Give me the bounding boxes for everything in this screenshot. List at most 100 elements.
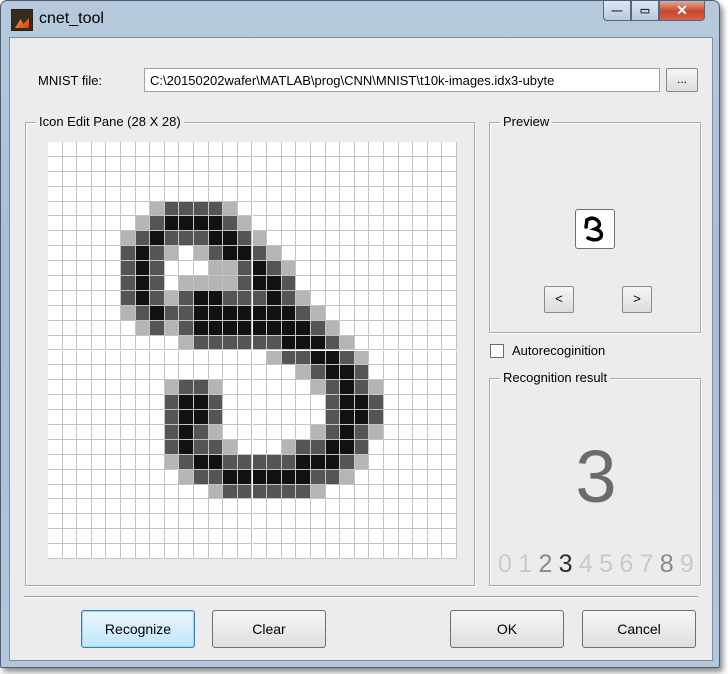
- pixel-cell[interactable]: [208, 350, 224, 366]
- pixel-cell[interactable]: [296, 305, 311, 321]
- pixel-cell[interactable]: [442, 529, 457, 545]
- pixel-cell[interactable]: [164, 365, 180, 381]
- pixel-cell[interactable]: [413, 380, 428, 396]
- pixel-cell[interactable]: [267, 246, 282, 262]
- pixel-cell[interactable]: [150, 544, 165, 559]
- pixel-cell[interactable]: [135, 544, 151, 559]
- pixel-cell[interactable]: [223, 424, 238, 440]
- pixel-cell[interactable]: [77, 320, 92, 336]
- pixel-cell[interactable]: [325, 499, 341, 515]
- pixel-cell[interactable]: [121, 290, 136, 306]
- pixel-cell[interactable]: [164, 201, 180, 217]
- pixel-cell[interactable]: [77, 439, 92, 455]
- pixel-cell[interactable]: [121, 350, 136, 366]
- pixel-cell[interactable]: [413, 544, 428, 559]
- pixel-cell[interactable]: [340, 484, 355, 500]
- pixel-cell[interactable]: [281, 395, 297, 411]
- pixel-cell[interactable]: [413, 335, 428, 351]
- pixel-cell[interactable]: [77, 142, 92, 157]
- pixel-cell[interactable]: [48, 156, 63, 172]
- pixel-cell[interactable]: [427, 231, 443, 247]
- pixel-grid[interactable]: [48, 142, 457, 559]
- pixel-cell[interactable]: [106, 424, 122, 440]
- pixel-cell[interactable]: [310, 231, 326, 247]
- pixel-cell[interactable]: [106, 454, 122, 470]
- pixel-cell[interactable]: [267, 335, 282, 351]
- pixel-cell[interactable]: [252, 350, 268, 366]
- pixel-cell[interactable]: [121, 454, 136, 470]
- pixel-cell[interactable]: [427, 320, 443, 336]
- pixel-cell[interactable]: [369, 499, 384, 515]
- pixel-cell[interactable]: [48, 261, 63, 277]
- pixel-cell[interactable]: [208, 320, 224, 336]
- pixel-cell[interactable]: [237, 469, 253, 485]
- title-bar[interactable]: cnet_tool — ▭ ✕: [1, 1, 719, 37]
- pixel-cell[interactable]: [223, 171, 238, 187]
- pixel-cell[interactable]: [413, 261, 428, 277]
- pixel-cell[interactable]: [106, 529, 122, 545]
- pixel-cell[interactable]: [398, 201, 414, 217]
- pixel-cell[interactable]: [150, 201, 165, 217]
- pixel-cell[interactable]: [281, 424, 297, 440]
- pixel-cell[interactable]: [106, 469, 122, 485]
- pixel-cell[interactable]: [62, 261, 78, 277]
- pixel-cell[interactable]: [223, 320, 238, 336]
- pixel-cell[interactable]: [340, 365, 355, 381]
- pixel-cell[interactable]: [398, 484, 414, 500]
- pixel-cell[interactable]: [150, 439, 165, 455]
- pixel-cell[interactable]: [310, 305, 326, 321]
- pixel-cell[interactable]: [252, 261, 268, 277]
- pixel-cell[interactable]: [150, 529, 165, 545]
- pixel-cell[interactable]: [77, 350, 92, 366]
- pixel-cell[interactable]: [310, 320, 326, 336]
- pixel-cell[interactable]: [281, 350, 297, 366]
- pixel-cell[interactable]: [398, 290, 414, 306]
- pixel-cell[interactable]: [383, 305, 399, 321]
- pixel-cell[interactable]: [398, 544, 414, 559]
- pixel-cell[interactable]: [48, 424, 63, 440]
- pixel-cell[interactable]: [383, 261, 399, 277]
- pixel-cell[interactable]: [179, 186, 195, 202]
- pixel-cell[interactable]: [398, 156, 414, 172]
- pixel-cell[interactable]: [237, 424, 253, 440]
- pixel-cell[interactable]: [413, 290, 428, 306]
- pixel-cell[interactable]: [296, 246, 311, 262]
- pixel-cell[interactable]: [267, 290, 282, 306]
- pixel-cell[interactable]: [354, 544, 370, 559]
- pixel-cell[interactable]: [150, 454, 165, 470]
- pixel-cell[interactable]: [48, 171, 63, 187]
- pixel-cell[interactable]: [135, 246, 151, 262]
- pixel-cell[interactable]: [296, 439, 311, 455]
- pixel-cell[interactable]: [237, 290, 253, 306]
- pixel-cell[interactable]: [252, 365, 268, 381]
- pixel-cell[interactable]: [383, 380, 399, 396]
- pixel-cell[interactable]: [164, 469, 180, 485]
- pixel-cell[interactable]: [91, 484, 107, 500]
- pixel-cell[interactable]: [340, 320, 355, 336]
- pixel-cell[interactable]: [281, 439, 297, 455]
- pixel-cell[interactable]: [252, 424, 268, 440]
- pixel-cell[interactable]: [106, 439, 122, 455]
- pixel-cell[interactable]: [296, 142, 311, 157]
- pixel-cell[interactable]: [223, 201, 238, 217]
- pixel-cell[interactable]: [106, 276, 122, 291]
- pixel-cell[interactable]: [413, 410, 428, 425]
- pixel-cell[interactable]: [325, 335, 341, 351]
- pixel-cell[interactable]: [179, 231, 195, 247]
- pixel-cell[interactable]: [48, 499, 63, 515]
- pixel-cell[interactable]: [442, 544, 457, 559]
- pixel-cell[interactable]: [325, 246, 341, 262]
- pixel-cell[interactable]: [121, 380, 136, 396]
- pixel-cell[interactable]: [164, 395, 180, 411]
- pixel-cell[interactable]: [223, 246, 238, 262]
- pixel-cell[interactable]: [135, 514, 151, 530]
- pixel-cell[interactable]: [208, 514, 224, 530]
- pixel-cell[interactable]: [267, 350, 282, 366]
- pixel-cell[interactable]: [383, 171, 399, 187]
- pixel-cell[interactable]: [223, 231, 238, 247]
- pixel-cell[interactable]: [77, 171, 92, 187]
- pixel-cell[interactable]: [208, 156, 224, 172]
- pixel-cell[interactable]: [135, 439, 151, 455]
- pixel-cell[interactable]: [383, 365, 399, 381]
- pixel-cell[interactable]: [62, 156, 78, 172]
